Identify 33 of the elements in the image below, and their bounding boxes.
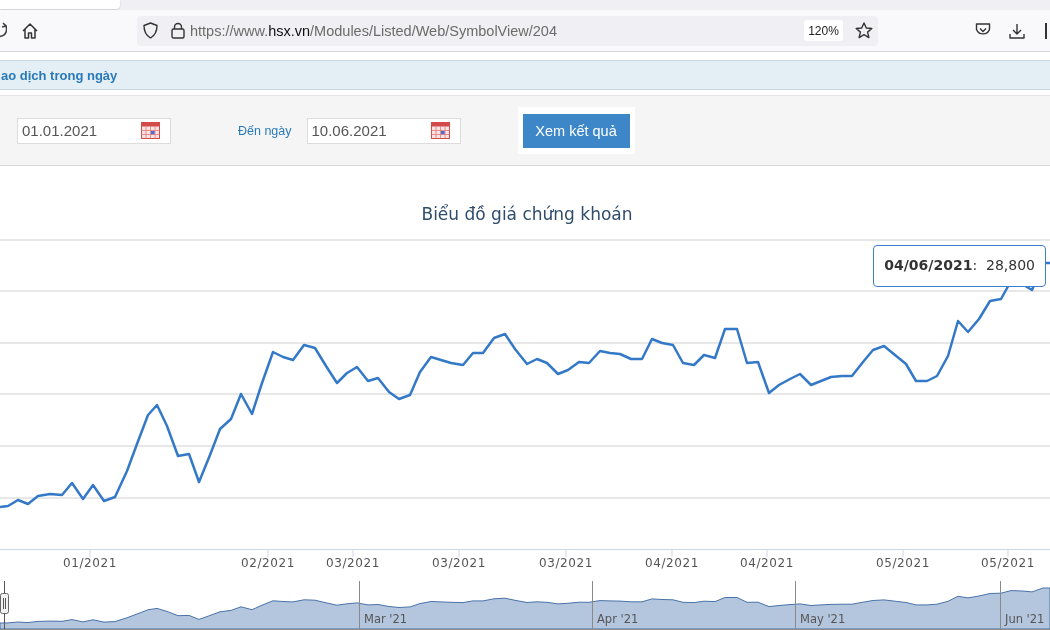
- x-axis-label: 03/2021: [431, 556, 487, 570]
- navigator-label: Apr '21: [597, 612, 639, 626]
- x-axis-label: 04/2021: [739, 556, 795, 570]
- chevron-badge-icon[interactable]: [975, 23, 991, 38]
- to-date-label: Đến ngày: [238, 123, 292, 138]
- x-axis-label: 01/2021: [62, 556, 118, 570]
- date-field[interactable]: 10.06.2021: [306, 117, 461, 144]
- download-icon[interactable]: [1009, 22, 1025, 39]
- home-icon[interactable]: [21, 21, 39, 40]
- x-axis-label: 03/2021: [538, 556, 594, 570]
- navigator-label: Jun '21: [1005, 612, 1045, 626]
- navigator-label: Mar '21: [364, 612, 408, 626]
- lock-icon[interactable]: [171, 22, 185, 39]
- view-results-button[interactable]: Xem kết quả: [522, 113, 630, 148]
- chart-tooltip: 04/06/2021: 28,800: [873, 245, 1046, 287]
- calendar-icon[interactable]: [141, 121, 160, 139]
- star-icon[interactable]: [855, 22, 873, 39]
- address-bar[interactable]: https://www.hsx.vn/Modules/Listed/Web/SymbolView/204 120%: [137, 15, 878, 46]
- x-axis-label: 03/2021: [325, 556, 381, 570]
- x-axis-label: 05/2021: [875, 556, 931, 570]
- chart-title: Biểu đồ giá chứng khoán: [420, 203, 634, 226]
- navigator-handle[interactable]: [0, 580, 9, 630]
- section-title[interactable]: ao dịch trong ngày: [1, 67, 118, 83]
- calendar-icon[interactable]: [430, 121, 450, 139]
- date-field[interactable]: 01.01.2021: [17, 117, 171, 144]
- reload-icon[interactable]: [0, 21, 7, 40]
- x-axis-label: 02/2021: [240, 556, 296, 570]
- shield-icon[interactable]: [143, 22, 158, 39]
- x-axis-label: 04/2021: [644, 556, 700, 570]
- url-text[interactable]: https://www.hsx.vn/Modules/Listed/Web/SymbolView/204: [190, 22, 557, 39]
- zoom-reset-button[interactable]: 120%: [804, 20, 843, 41]
- navigator-label: May '21: [800, 612, 846, 626]
- x-axis-label: 05/2021: [980, 556, 1036, 570]
